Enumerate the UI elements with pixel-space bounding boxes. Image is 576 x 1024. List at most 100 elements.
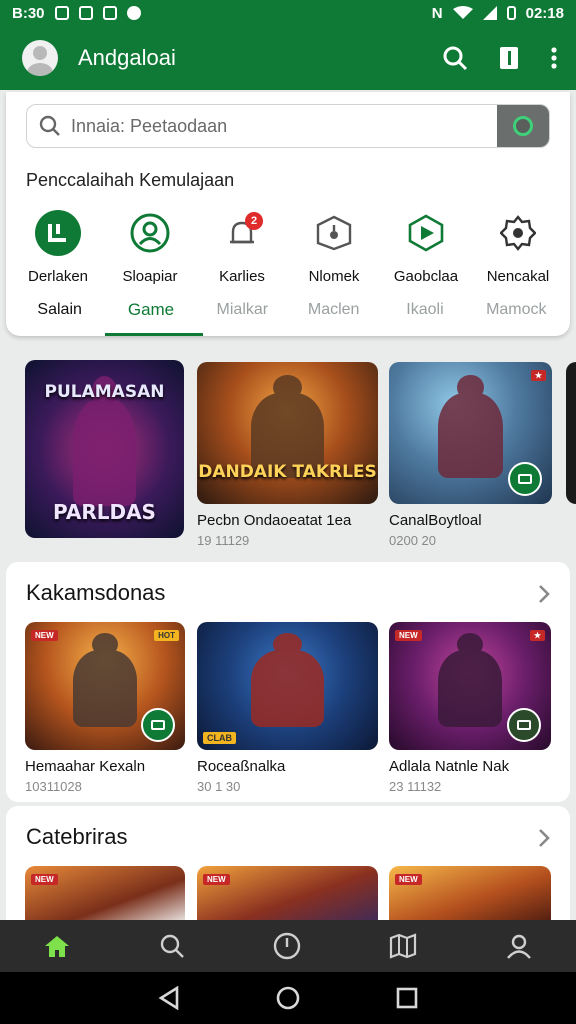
game-card-partial[interactable]	[566, 362, 576, 504]
battery-icon	[506, 6, 516, 20]
header-card: Penccalaihah Kemulajaan Derlaken Sloapia…	[6, 92, 570, 336]
quick-action-2[interactable]: 2 Karlies	[197, 210, 287, 285]
tab-maclen[interactable]: Maclen	[288, 296, 379, 336]
game-card[interactable]: ★ CanalBoytloal 0200 20	[389, 362, 552, 548]
signal-icon	[482, 6, 497, 20]
game-card[interactable]: DANDAIK TAKRLES Pecbn Ondaoeatat 1ea 19 …	[197, 362, 378, 548]
quick-action-label: Derlaken	[27, 268, 89, 285]
status-time-left: B:30	[12, 4, 45, 22]
quick-action-label: Sloapiar	[122, 268, 178, 285]
book-icon[interactable]	[498, 45, 520, 71]
section-title: Kakamsdonas	[26, 580, 166, 605]
tab-ikaoli[interactable]: Ikaoli	[379, 296, 470, 336]
new-badge: NEW	[395, 874, 422, 885]
tab-salain[interactable]: Salain	[14, 296, 105, 336]
new-badge: NEW	[31, 630, 58, 641]
clan-badge: CLAB	[203, 732, 236, 744]
home-icon[interactable]	[44, 934, 70, 958]
game-title: Adlala Natnle Nak	[389, 758, 510, 775]
recents-icon[interactable]	[396, 987, 418, 1009]
game-title: Roceaßnalka	[197, 758, 286, 775]
search-icon	[39, 115, 60, 136]
search-icon[interactable]	[159, 933, 185, 959]
play-badge-icon	[508, 462, 542, 496]
search-input[interactable]	[71, 115, 471, 137]
category-card[interactable]: NEW	[389, 866, 551, 926]
quick-action-label: Nlomek	[308, 268, 360, 285]
tab-mialkar[interactable]: Mialkar	[197, 296, 288, 336]
quick-action-1[interactable]: Sloapiar	[105, 210, 195, 285]
back-icon[interactable]	[158, 986, 180, 1010]
character-art	[72, 375, 137, 506]
category-thumbnail: NEW	[197, 866, 378, 926]
bottom-nav	[0, 920, 576, 972]
power-icon[interactable]	[273, 932, 301, 960]
tab-game[interactable]: Game	[105, 296, 204, 336]
category-thumbnail: NEW	[389, 866, 551, 926]
wifi-icon	[452, 6, 473, 19]
new-badge: NEW	[31, 874, 58, 885]
game-card[interactable]: NEW ★ Adlala Natnle Nak 23 11132	[389, 622, 551, 794]
game-meta: 0200 20	[389, 533, 436, 548]
system-nav-bar	[0, 972, 576, 1024]
status-bar: B:30 N 02:18	[0, 0, 576, 26]
play-icon	[403, 210, 449, 256]
quick-action-label: Karlies	[219, 268, 265, 285]
game-thumbnail: CLAB	[197, 622, 378, 750]
quick-action-0[interactable]: Derlaken	[13, 210, 103, 285]
play-badge-icon	[507, 708, 541, 742]
game-title: Hemaahar Kexaln	[25, 758, 146, 775]
character-art	[251, 633, 324, 727]
game-thumbnail: NEW ★	[389, 622, 551, 750]
hot-badge: HOT	[154, 630, 179, 641]
tab-mamock[interactable]: Mamock	[471, 296, 562, 336]
quick-action-label: Nencakal	[486, 268, 550, 285]
game-card[interactable]: NEW HOT Hemaahar Kexaln 10311028	[25, 622, 185, 794]
tab-bar: Salain Game Mialkar Maclen Ikaoli Mamock	[6, 296, 570, 336]
art-title: PULAMASAN	[44, 382, 165, 402]
avatar[interactable]	[22, 40, 58, 76]
hot-badge: ★	[529, 630, 545, 641]
game-title: Pecbn Ondaoeatat 1ea	[197, 512, 352, 529]
chevron-right-icon[interactable]	[538, 584, 550, 604]
image-icon	[102, 6, 117, 20]
play-badge-icon	[141, 708, 175, 742]
category-card[interactable]: NEW	[197, 866, 378, 926]
chevron-right-icon[interactable]	[538, 828, 550, 848]
profile-icon[interactable]	[506, 933, 532, 959]
more-vert-icon[interactable]	[550, 46, 558, 70]
game-thumbnail: DANDAIK TAKRLES	[197, 362, 378, 504]
nfc-icon: N	[431, 4, 443, 22]
search-bar	[26, 104, 550, 148]
game-card[interactable]: CLAB Roceaßnalka 30 1 30	[197, 622, 378, 794]
category-thumbnail: NEW	[25, 866, 185, 926]
home-circle-icon[interactable]	[275, 985, 301, 1011]
game-meta: 30 1 30	[197, 779, 241, 794]
app-bar: Andgaloai	[0, 26, 576, 90]
quick-action-4[interactable]: Gaobclaa	[381, 210, 471, 285]
chat-icon	[126, 6, 141, 20]
featured-card[interactable]: PULAMASAN PARLDAS	[25, 360, 184, 538]
gallery-icon	[54, 6, 69, 20]
game-title: CanalBoytloal	[389, 512, 482, 529]
game-meta: 19 11129	[197, 533, 250, 548]
notification-icon	[78, 6, 93, 20]
game-meta: 23 11132	[389, 779, 442, 794]
search-icon[interactable]	[442, 45, 468, 71]
section-title: Catebriras	[26, 824, 128, 849]
new-badge: NEW	[203, 874, 230, 885]
voice-search-button[interactable]	[497, 105, 549, 147]
bell-icon: 2	[219, 210, 265, 256]
character-art	[437, 374, 504, 479]
person-icon	[127, 210, 173, 256]
notification-badge: 2	[245, 212, 263, 230]
map-icon[interactable]	[389, 933, 417, 959]
quick-action-5[interactable]: Nencakal	[473, 210, 563, 285]
record-icon	[513, 116, 533, 136]
category-card[interactable]: NEW	[25, 866, 185, 926]
hot-badge: ★	[530, 370, 546, 381]
quick-action-3[interactable]: Nlomek	[289, 210, 379, 285]
character-art	[73, 633, 137, 727]
app-title: Andgaloai	[78, 45, 176, 70]
game-thumbnail: NEW HOT	[25, 622, 185, 750]
